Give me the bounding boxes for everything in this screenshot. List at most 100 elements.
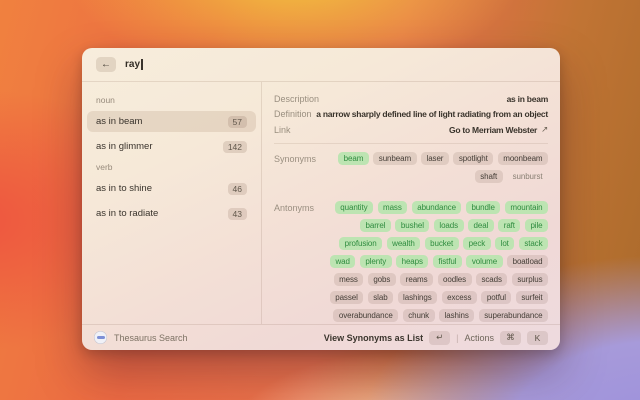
sidebar-item-label: as in to shine (96, 183, 152, 194)
back-button[interactable]: ← (96, 57, 116, 72)
antonym-pill[interactable]: deal (468, 219, 494, 232)
synonyms-block: Synonyms beam sunbeam laser spotlight mo… (274, 152, 548, 188)
meta-value: a narrow sharply defined line of light r… (316, 109, 548, 119)
item-count-badge: 43 (228, 208, 247, 220)
antonym-row: quantity mass abundance bundle mountain (332, 201, 548, 214)
sidebar-item-as-in-to-shine[interactable]: as in to shine 46 (87, 178, 256, 199)
antonym-pill[interactable]: slab (368, 291, 393, 304)
return-key-badge[interactable]: ↵ (429, 331, 450, 345)
antonym-pill[interactable]: bucket (425, 237, 459, 250)
desktop-background: ← ray noun as in beam 57 as in glimmer 1… (0, 0, 640, 400)
synonym-pill[interactable]: spotlight (453, 152, 493, 165)
meta-row-link: Link Go to Merriam Webster ↗ (274, 122, 548, 138)
meta-label: Description (274, 94, 319, 104)
antonym-pill[interactable]: overabundance (333, 309, 398, 322)
synonym-pill[interactable]: shaft (475, 170, 503, 183)
antonym-row: passel slab lashings excess potful surfe… (332, 291, 548, 304)
section-header-noun: noun (96, 95, 247, 105)
text-caret (141, 59, 143, 70)
antonym-pill[interactable]: pile (525, 219, 548, 232)
search-input[interactable]: ray (125, 59, 143, 70)
synonym-pill[interactable]: sunbeam (373, 152, 416, 165)
antonym-pill[interactable]: mountain (505, 201, 548, 214)
antonym-pill[interactable]: raft (498, 219, 520, 232)
cmd-key-badge[interactable]: ⌘ (500, 331, 521, 345)
antonym-pill[interactable]: quantity (335, 201, 373, 214)
antonym-pill[interactable]: reams (400, 273, 433, 286)
antonym-pill[interactable]: stack (519, 237, 548, 250)
meta-label: Link (274, 125, 291, 135)
meta-row-description: Description as in beam (274, 91, 548, 107)
search-input-text: ray (125, 59, 140, 70)
antonym-pill[interactable]: abundance (412, 201, 462, 214)
details-panel: Description as in beam Definition a narr… (262, 82, 560, 324)
antonym-pill[interactable]: barrel (360, 219, 391, 232)
actions-menu-button[interactable]: Actions (464, 333, 494, 343)
antonym-pill[interactable]: passel (330, 291, 364, 304)
antonym-pill[interactable]: lashings (398, 291, 438, 304)
sidebar-item-label: as in beam (96, 116, 142, 127)
antonym-pill[interactable]: surfeit (516, 291, 548, 304)
item-count-badge: 142 (223, 141, 247, 153)
antonym-pill[interactable]: bushel (395, 219, 429, 232)
meta-divider (274, 143, 548, 144)
window-body: noun as in beam 57 as in glimmer 142 ver… (82, 82, 560, 324)
primary-action-button[interactable]: View Synonyms as List (324, 333, 423, 343)
antonym-pill[interactable]: wad (330, 255, 355, 268)
sidebar-item-as-in-to-radiate[interactable]: as in to radiate 43 (87, 203, 256, 224)
synonym-pill[interactable]: sunburst (507, 170, 548, 183)
footer-separator: | (456, 333, 458, 343)
synonym-pill[interactable]: moonbeam (498, 152, 548, 165)
synonyms-pills: beam sunbeam laser spotlight moonbeam sh… (332, 152, 548, 188)
antonym-pill[interactable]: plenty (360, 255, 392, 268)
antonym-pill[interactable]: peck (463, 237, 491, 250)
search-header: ← ray (82, 48, 560, 82)
meta-label: Definition (274, 109, 312, 119)
antonym-pill[interactable]: chunk (403, 309, 435, 322)
antonym-pill[interactable]: loads (434, 219, 464, 232)
synonym-pill[interactable]: laser (421, 152, 449, 165)
antonym-pill[interactable]: profusion (339, 237, 382, 250)
synonym-pill[interactable]: beam (338, 152, 369, 165)
antonym-pill[interactable]: superabundance (479, 309, 548, 322)
antonym-pill[interactable]: wealth (387, 237, 421, 250)
antonyms-pills: quantity mass abundance bundle mountain … (332, 201, 548, 325)
external-link-icon: ↗ (541, 124, 548, 135)
k-key-badge[interactable]: K (527, 331, 548, 345)
antonym-row: overabundance chunk lashins superabundan… (332, 309, 548, 322)
antonym-pill[interactable]: mass (378, 201, 408, 214)
meta-row-definition: Definition a narrow sharply defined line… (274, 107, 548, 123)
item-count-badge: 57 (228, 116, 247, 128)
antonym-pill[interactable]: boatload (507, 255, 548, 268)
antonym-pill[interactable]: volume (466, 255, 502, 268)
antonym-pill[interactable]: heaps (396, 255, 428, 268)
antonym-pill[interactable]: fistful (433, 255, 462, 268)
antonym-pill[interactable]: potful (481, 291, 511, 304)
meta-value: as in beam (507, 94, 548, 104)
external-link-label: Go to Merriam Webster (449, 125, 537, 135)
sidebar-item-as-in-glimmer[interactable]: as in glimmer 142 (87, 136, 256, 157)
sidebar-item-label: as in glimmer (96, 141, 153, 152)
sense-sidebar: noun as in beam 57 as in glimmer 142 ver… (82, 82, 262, 324)
thesaurus-app-window: ← ray noun as in beam 57 as in glimmer 1… (82, 48, 560, 350)
antonym-pill[interactable]: gobs (368, 273, 396, 286)
antonym-row: mess gobs reams oodles scads surplus (332, 273, 548, 286)
thesaurus-extension-icon (94, 331, 107, 344)
antonym-pill[interactable]: lashins (439, 309, 474, 322)
sidebar-item-as-in-beam[interactable]: as in beam 57 (87, 111, 256, 132)
external-link[interactable]: Go to Merriam Webster ↗ (449, 124, 548, 135)
antonyms-label: Antonyms (274, 201, 332, 213)
footer-bar: Thesaurus Search View Synonyms as List ↵… (82, 324, 560, 350)
item-count-badge: 46 (228, 183, 247, 195)
antonym-pill[interactable]: mess (334, 273, 364, 286)
antonym-pill[interactable]: oodles (438, 273, 472, 286)
antonym-pill[interactable]: lot (495, 237, 514, 250)
sidebar-item-label: as in to radiate (96, 208, 158, 219)
antonym-row: wad plenty heaps fistful volume boatload (332, 255, 548, 268)
antonym-pill[interactable]: excess (442, 291, 477, 304)
antonym-pill[interactable]: bundle (466, 201, 500, 214)
antonym-pill[interactable]: surplus (512, 273, 548, 286)
synonym-row: shaft sunburst (332, 170, 548, 183)
antonym-pill[interactable]: scads (476, 273, 507, 286)
footer-actions: View Synonyms as List ↵ | Actions ⌘ K (324, 331, 548, 345)
